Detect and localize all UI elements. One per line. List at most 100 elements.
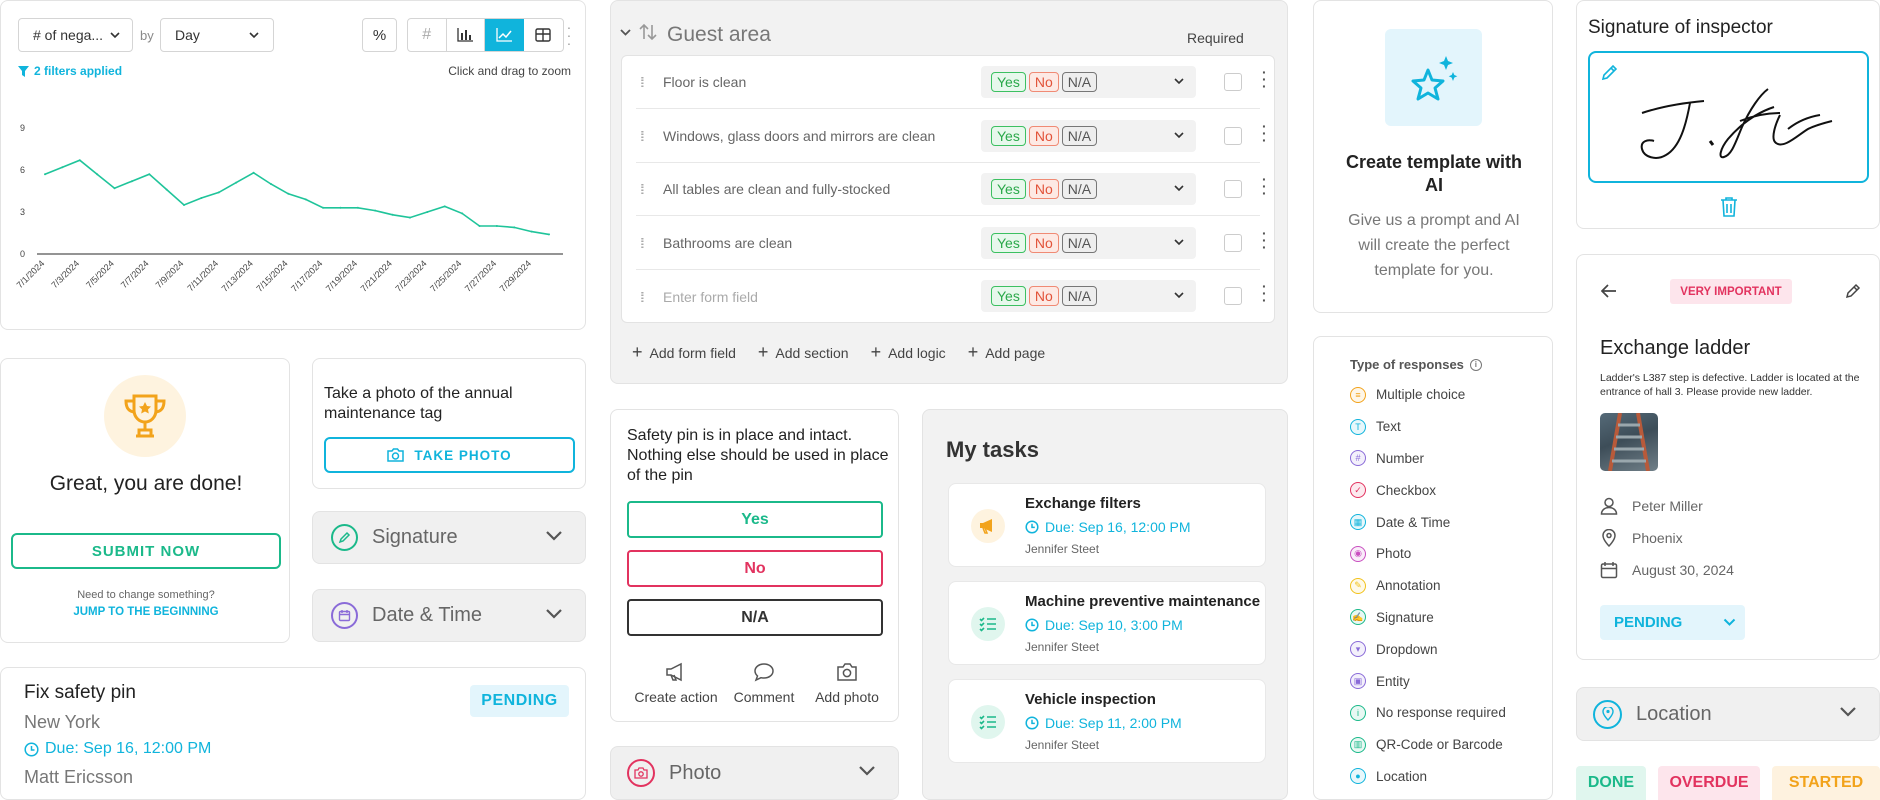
field-label[interactable]: Floor is clean — [663, 74, 978, 90]
response-type-item[interactable]: ✍ Signature — [1350, 602, 1506, 634]
data-point[interactable] — [78, 159, 81, 162]
data-point[interactable] — [304, 198, 307, 201]
percent-button[interactable]: % — [362, 18, 397, 52]
more-vertical-icon[interactable]: · · · — [1262, 65, 1267, 93]
data-point[interactable] — [113, 187, 116, 190]
response-type-item[interactable]: ✓ Checkbox — [1350, 474, 1506, 506]
form-field-row[interactable]: ⁞⁞ Enter form field Yes No N/A · · · — [636, 270, 1267, 323]
response-type-select[interactable]: Yes No N/A — [981, 66, 1196, 98]
response-type-item[interactable]: # Number — [1350, 443, 1506, 475]
add-page-button[interactable]: + Add page — [968, 342, 1045, 363]
response-type-select[interactable]: Yes No N/A — [981, 280, 1196, 312]
required-checkbox[interactable] — [1224, 233, 1242, 252]
add-section-button[interactable]: + Add section — [758, 342, 849, 363]
task-card[interactable]: Exchange filters Due: Sep 16, 12:00 PM Jen… — [948, 483, 1266, 567]
data-point[interactable] — [148, 173, 151, 176]
filters-applied[interactable]: 2 filters applied — [18, 64, 122, 78]
add-form-field-button[interactable]: + Add form field — [632, 342, 736, 363]
response-type-item[interactable]: T Text — [1350, 411, 1506, 443]
field-label[interactable]: Windows, glass doors and mirrors are cle… — [663, 128, 978, 144]
required-checkbox[interactable] — [1224, 287, 1242, 305]
fix-safety-pin-card[interactable]: Fix safety pin PENDING New York Due: Sep… — [0, 667, 586, 800]
response-type-item[interactable]: ◉ Photo — [1350, 538, 1506, 570]
data-point[interactable] — [339, 206, 342, 209]
signature-pad[interactable] — [1588, 51, 1869, 183]
drag-handle-icon[interactable]: ⁞⁞ — [640, 74, 650, 90]
ladder-status-dropdown[interactable]: PENDING — [1600, 605, 1745, 640]
response-type-item[interactable]: ≡ Multiple choice — [1350, 379, 1506, 411]
series-line[interactable] — [44, 159, 550, 236]
location-collapse[interactable]: Location — [1576, 687, 1880, 741]
data-point[interactable] — [548, 233, 550, 236]
data-point[interactable] — [61, 166, 64, 169]
add-logic-button[interactable]: + Add logic — [871, 342, 946, 363]
response-type-select[interactable]: Yes No N/A — [981, 119, 1196, 152]
edit-pencil-icon[interactable] — [1845, 283, 1861, 299]
response-type-item[interactable]: ● Location — [1350, 761, 1506, 793]
field-label[interactable]: All tables are clean and fully-stocked — [663, 181, 978, 197]
data-point[interactable] — [165, 188, 168, 191]
more-vertical-icon[interactable]: · · · — [1262, 172, 1267, 200]
response-type-item[interactable]: ▥ QR-Code or Barcode — [1350, 729, 1506, 761]
photo-collapse[interactable]: Photo — [610, 746, 899, 800]
data-point[interactable] — [130, 180, 133, 183]
hash-button[interactable]: # — [408, 19, 447, 51]
back-arrow-icon[interactable] — [1601, 284, 1617, 298]
signature-collapse[interactable]: Signature — [312, 511, 586, 564]
form-field-row[interactable]: ⁞⁞ Floor is clean Yes No N/A · · · — [636, 56, 1267, 109]
data-point[interactable] — [478, 225, 481, 227]
data-point[interactable] — [269, 183, 272, 185]
na-option[interactable]: N/A — [627, 599, 883, 636]
more-vertical-icon[interactable]: · · · — [1262, 226, 1267, 254]
data-point[interactable] — [217, 191, 220, 194]
response-type-select[interactable]: Yes No N/A — [981, 226, 1196, 259]
jump-to-beginning-link[interactable]: JUMP TO THE BEGINNING — [1, 606, 289, 618]
field-placeholder[interactable]: Enter form field — [663, 289, 978, 305]
response-type-item[interactable]: ✎ Annotation — [1350, 570, 1506, 602]
data-point[interactable] — [408, 216, 411, 219]
data-point[interactable] — [200, 197, 203, 199]
period-select[interactable]: Day — [160, 18, 274, 52]
pencil-icon[interactable] — [1601, 63, 1619, 81]
response-type-item[interactable]: i No response required — [1350, 697, 1506, 729]
more-vertical-icon[interactable]: · · · — [1262, 119, 1267, 147]
bar-chart-button[interactable] — [447, 19, 486, 51]
task-card[interactable]: Vehicle inspection Due: Sep 11, 2:00 PM Je… — [948, 679, 1266, 763]
data-point[interactable] — [513, 226, 516, 229]
form-field-row[interactable]: ⁞⁞ Bathrooms are clean Yes No N/A · · · — [636, 217, 1267, 270]
data-point[interactable] — [530, 230, 533, 233]
response-type-item[interactable]: ▾ Dropdown — [1350, 633, 1506, 665]
trash-icon[interactable] — [1720, 196, 1738, 217]
required-checkbox[interactable] — [1224, 73, 1242, 91]
form-field-row[interactable]: ⁞⁞ Windows, glass doors and mirrors are c… — [636, 110, 1267, 163]
data-point[interactable] — [356, 206, 359, 209]
data-point[interactable] — [391, 213, 394, 216]
task-card[interactable]: Machine preventive maintenance Due: Sep 1… — [948, 581, 1266, 665]
table-button[interactable] — [524, 19, 563, 51]
reorder-icon[interactable] — [639, 23, 657, 41]
ladder-photo[interactable] — [1600, 413, 1658, 471]
response-type-item[interactable]: ▣ Entity — [1350, 665, 1506, 697]
data-point[interactable] — [44, 173, 46, 176]
add-photo-button[interactable]: Add photo — [807, 662, 887, 705]
data-point[interactable] — [287, 192, 290, 195]
drag-handle-icon[interactable]: ⁞⁞ — [640, 235, 650, 251]
response-type-item[interactable]: ▦ Date & Time — [1350, 506, 1506, 538]
info-icon[interactable]: i — [1469, 358, 1482, 371]
datetime-collapse[interactable]: Date & Time — [312, 589, 586, 642]
data-point[interactable] — [96, 173, 99, 176]
data-point[interactable] — [461, 212, 464, 215]
create-action-button[interactable]: Create action — [631, 662, 721, 705]
section-title[interactable]: Guest area — [667, 23, 771, 47]
data-point[interactable] — [322, 206, 325, 209]
metric-select[interactable]: # of nega... — [18, 18, 133, 52]
data-point[interactable] — [426, 211, 429, 213]
chevron-down-icon[interactable] — [620, 29, 631, 36]
response-type-select[interactable]: Yes No N/A — [981, 173, 1196, 205]
data-point[interactable] — [252, 171, 255, 174]
data-point[interactable] — [183, 204, 186, 206]
data-point[interactable] — [495, 225, 498, 227]
line-chart[interactable]: 0 3 6 9 7/1/2024 7/3/2024 7/5/2024 7/7/2024 7/9/… — [1, 101, 586, 330]
field-label[interactable]: Bathrooms are clean — [663, 235, 978, 251]
drag-handle-icon[interactable]: ⁞⁞ — [640, 181, 650, 197]
